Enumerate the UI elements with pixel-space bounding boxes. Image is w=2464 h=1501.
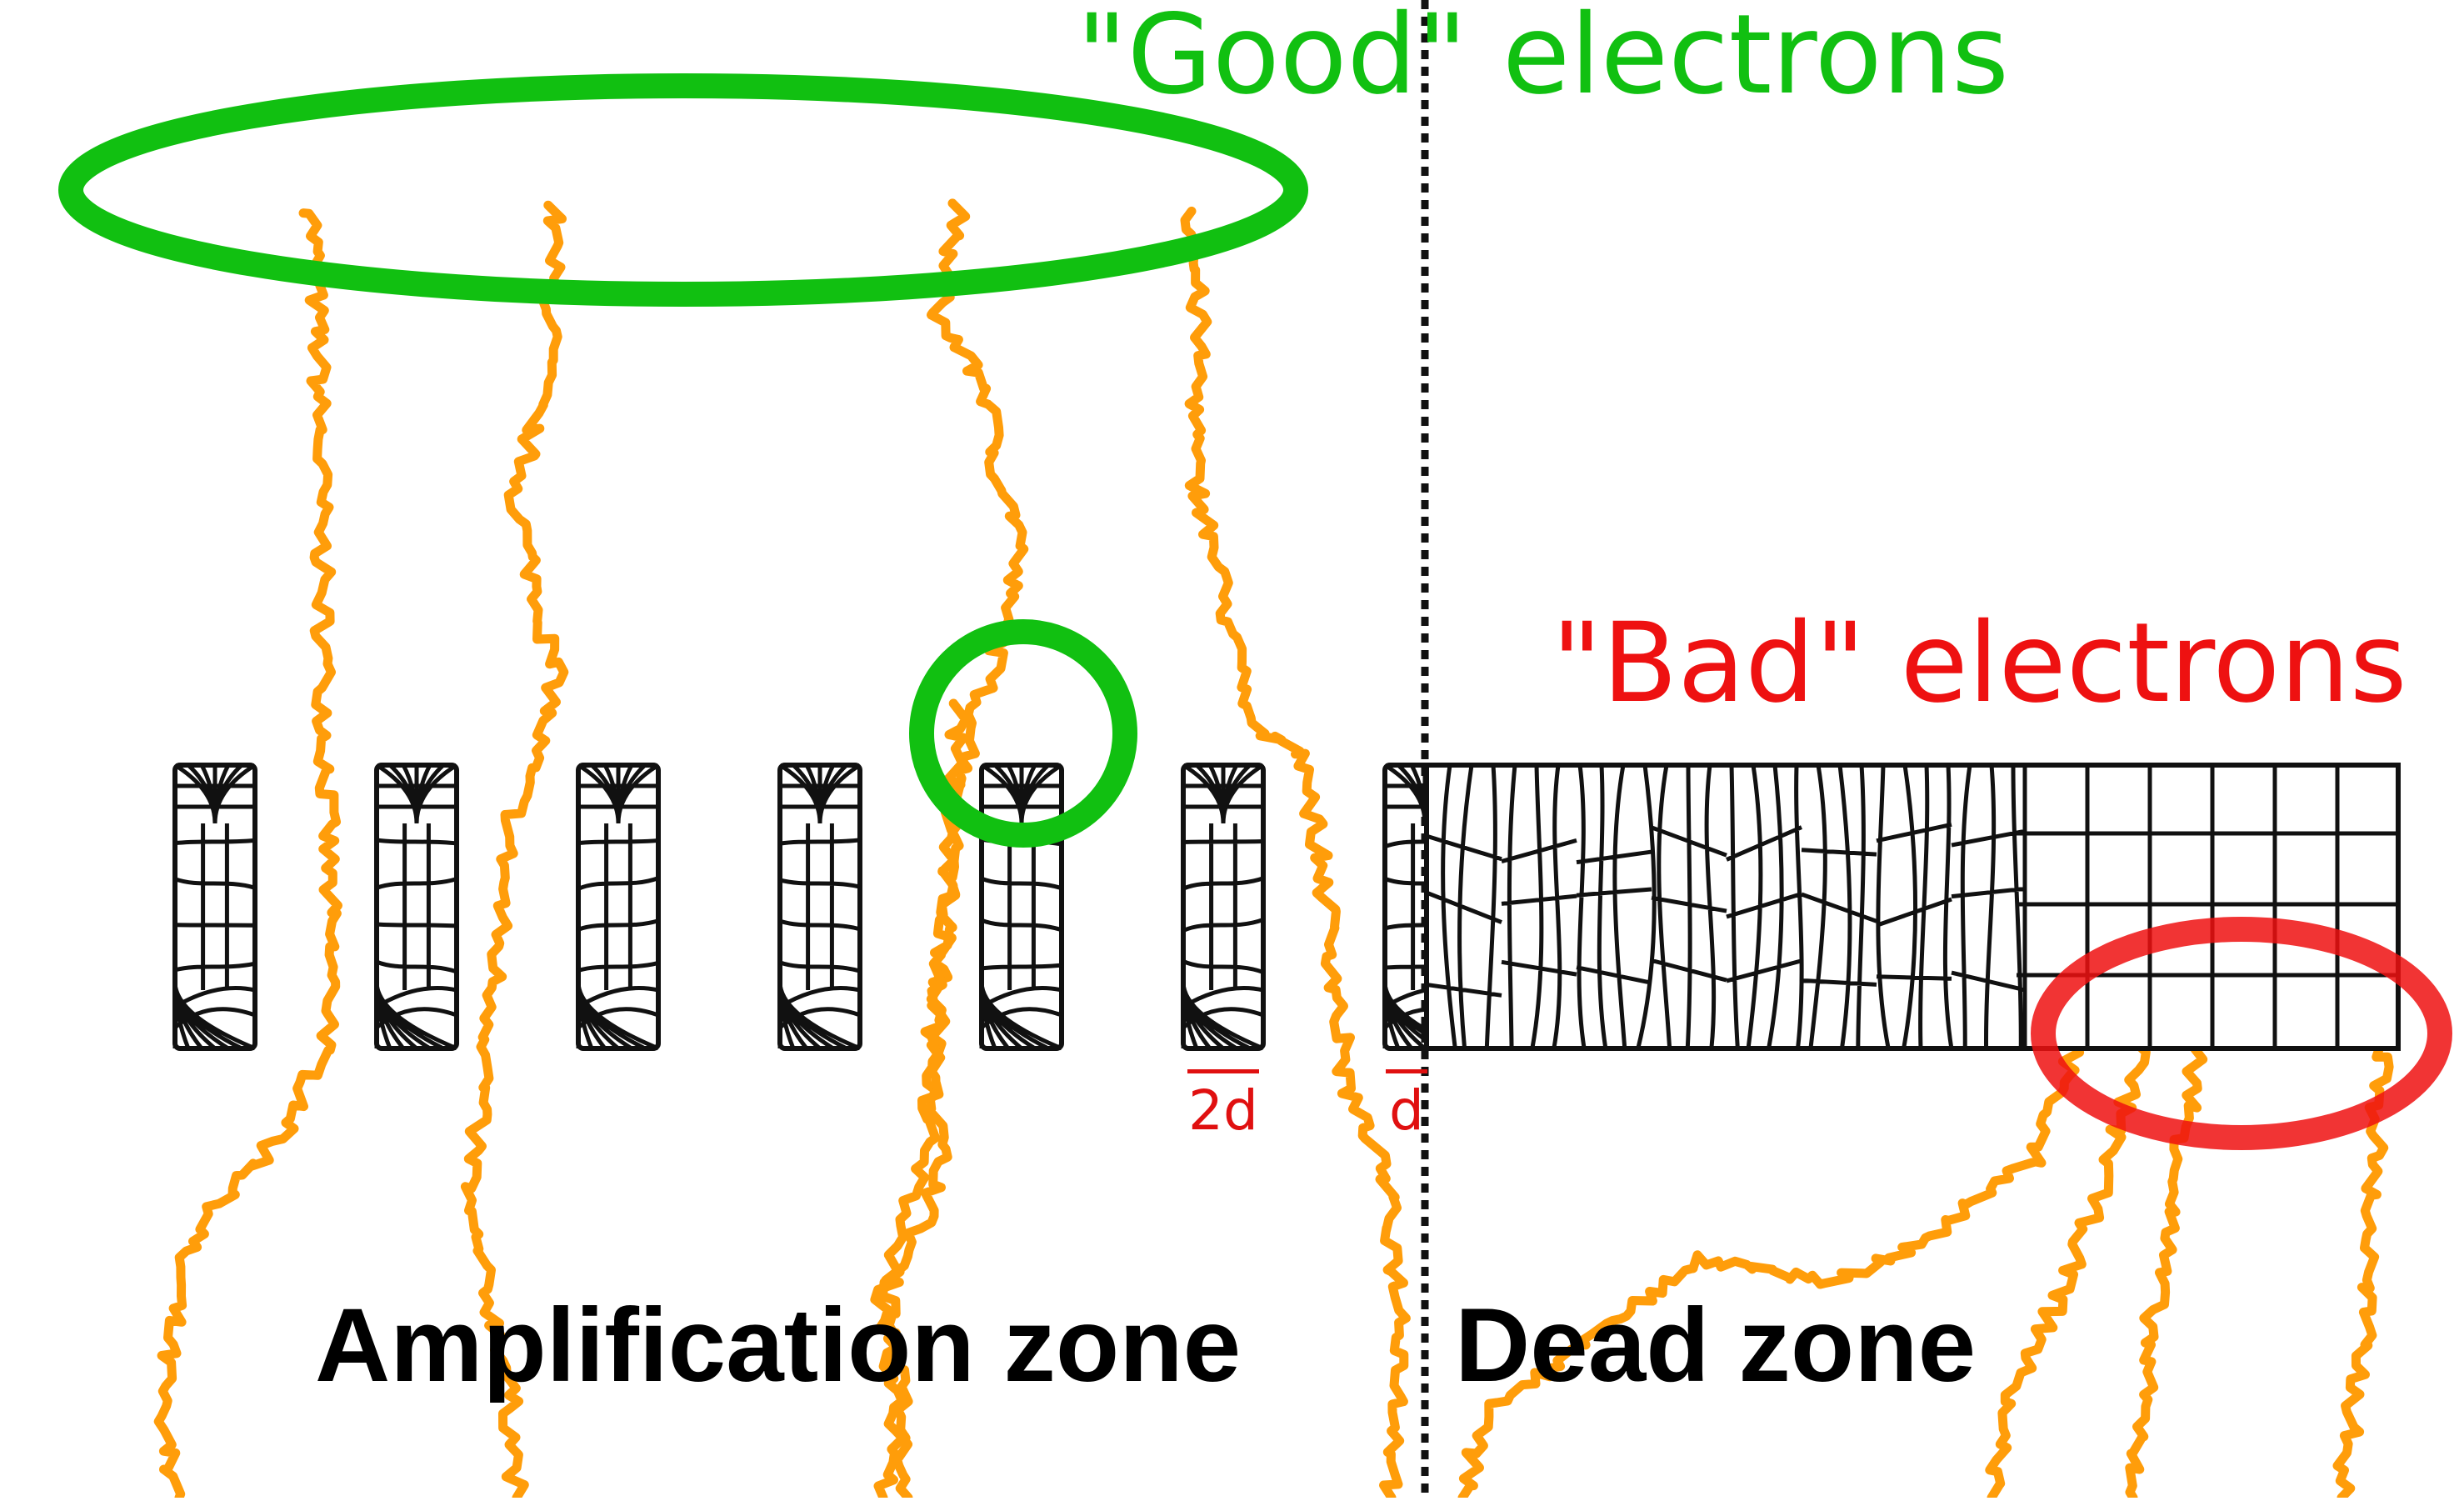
pitch-2d-overbar — [1187, 1069, 1259, 1073]
electron-track-6 — [1457, 1034, 2085, 1501]
mesh-strip-2 — [374, 763, 459, 1051]
diagram: "Good" electrons "Bad" electrons Amplifi… — [0, 0, 2464, 1501]
pitch-2d-text: 2d — [1188, 1078, 1258, 1143]
dead-zone-label: Dead zone — [1455, 1288, 1977, 1403]
pitch-2d-label: 2d — [1182, 1069, 1265, 1143]
dead-zone-outline — [1424, 763, 2401, 1051]
mesh-strip-1 — [172, 763, 257, 1051]
pitch-d-label: d — [1383, 1069, 1430, 1143]
amplification-zone-label: Amplification zone — [315, 1288, 1242, 1403]
pitch-d-text: d — [1389, 1078, 1424, 1143]
mesh-strip-3 — [576, 763, 661, 1051]
dead-zone-mesh — [1424, 763, 2401, 1051]
mesh-strips — [172, 763, 1467, 1051]
mesh-strip-6 — [1181, 763, 1266, 1051]
mesh-strip-5 — [979, 763, 1064, 1051]
mesh-strip-4 — [777, 763, 862, 1051]
good-electrons-label: "Good" electrons — [1077, 0, 2009, 119]
diagram-canvas — [58, 0, 2452, 1501]
bad-electrons-label: "Bad" electrons — [1552, 599, 2407, 728]
pitch-d-overbar — [1386, 1069, 1427, 1073]
